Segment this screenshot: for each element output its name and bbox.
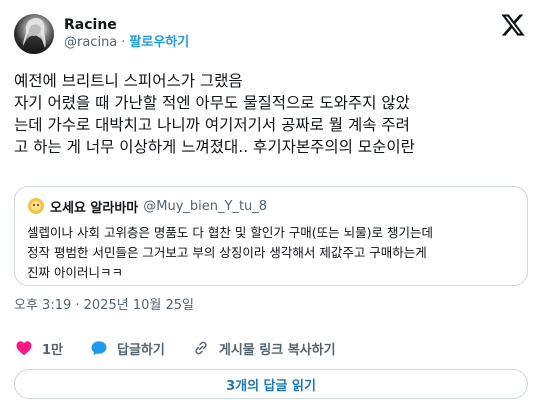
heart-icon	[14, 338, 34, 358]
like-button[interactable]: 1만	[14, 338, 63, 358]
like-count: 1만	[42, 342, 64, 358]
author-avatar[interactable]	[14, 14, 54, 54]
quoted-tweet-text: 셀렙이나 사회 고위층은 명품도 다 협찬 및 할인가 구매(또는 뇌물)로 챙…	[27, 225, 433, 280]
reply-button[interactable]: 답글하기	[89, 338, 165, 358]
reply-bubble-icon	[89, 338, 109, 358]
quoted-author-name: 오세요 알라바마	[50, 200, 139, 216]
tweet-header: Racine @racina · 팔로우하기	[14, 12, 528, 56]
author-handle[interactable]: @racina	[64, 34, 117, 52]
quoted-author-handle: @Muy_bien_Y_tu_8	[143, 198, 268, 214]
tweet-timestamp[interactable]: 오후 3:19 · 2025년 10월 25일	[14, 297, 194, 315]
copy-link-label: 게시물 링크 복사하기	[218, 342, 336, 358]
x-logo-icon[interactable]	[500, 12, 526, 38]
link-icon	[191, 338, 211, 358]
reply-label: 답글하기	[117, 342, 165, 358]
quoted-tweet[interactable]: 오세요 알라바마 @Muy_bien_Y_tu_8 셀렙이나 사회 고위층은 명…	[14, 186, 528, 286]
separator-dot: ·	[121, 35, 126, 50]
follow-button[interactable]: 팔로우하기	[129, 34, 189, 52]
author-handle-row: @racina · 팔로우하기	[64, 34, 189, 52]
author-names: Racine @racina · 팔로우하기	[64, 16, 189, 52]
tweet-actions: 1만 답글하기 게시물 링크 복사하기	[14, 335, 362, 361]
read-replies-button[interactable]: 3개의 답글 읽기	[14, 369, 528, 399]
quoted-author-avatar	[27, 197, 45, 215]
copy-link-button[interactable]: 게시물 링크 복사하기	[191, 338, 336, 358]
author-display-name[interactable]: Racine	[64, 16, 189, 34]
quoted-tweet-header: 오세요 알라바마 @Muy_bien_Y_tu_8	[27, 196, 515, 216]
tweet-body-text: 예전에 브리트니 스피어스가 그랬음 자기 어렸을 때 가난할 적엔 아무도 물…	[14, 72, 415, 156]
